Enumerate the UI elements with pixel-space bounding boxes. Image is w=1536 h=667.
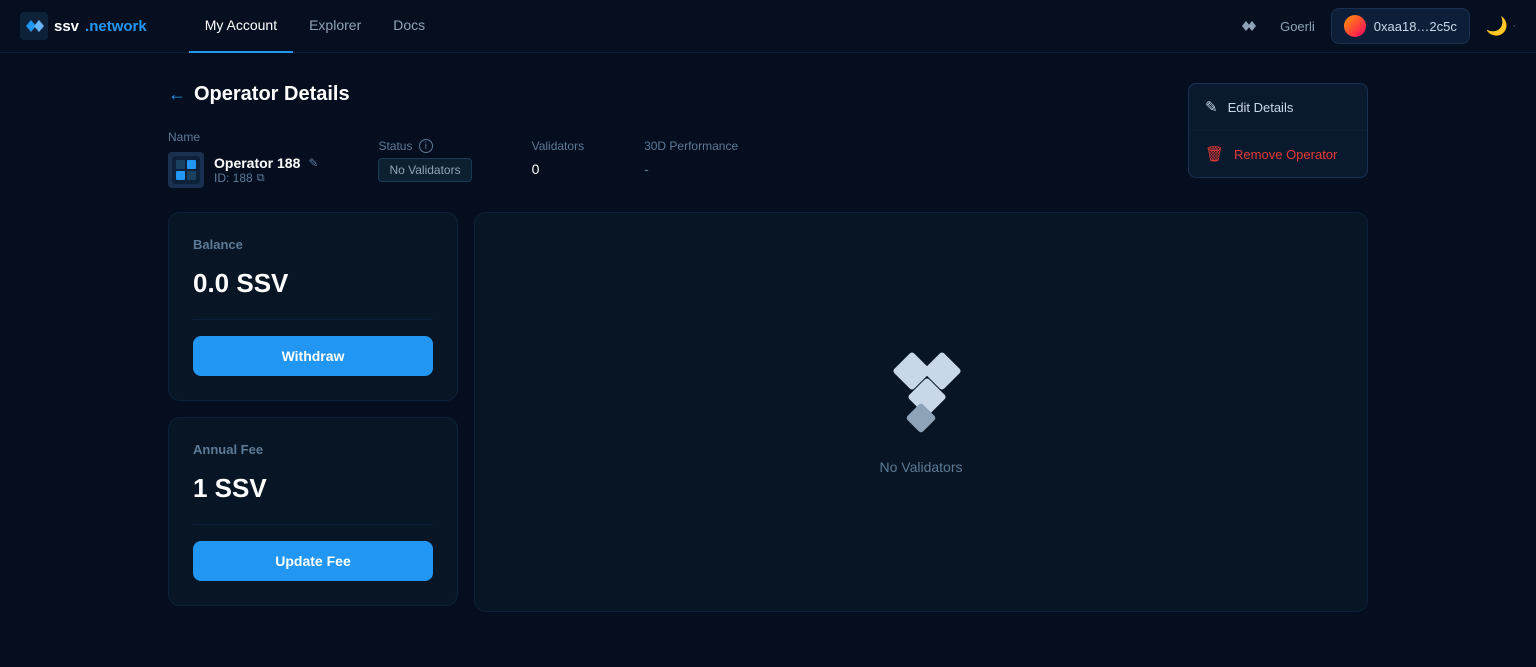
remove-operator-item[interactable]: 🗑 Remove Operator [1189, 131, 1367, 177]
navbar: ssv .network My Account Explorer Docs Goe… [0, 0, 1536, 53]
status-info-icon[interactable]: i [419, 139, 433, 153]
fee-divider [193, 524, 433, 525]
back-arrow-icon: ← [168, 84, 186, 105]
fee-value: 1 SSV [193, 473, 433, 504]
theme-icon: 🌙 [1486, 16, 1508, 37]
balance-value: 0.0 SSV [193, 268, 433, 299]
back-link[interactable]: ← Operator Details [168, 83, 738, 106]
name-col: Name [168, 130, 318, 188]
performance-label: 30D Performance [644, 139, 738, 153]
edit-details-item[interactable]: ✎ Edit Details [1189, 84, 1367, 131]
remove-operator-icon: 🗑 [1205, 145, 1224, 163]
fee-card: Annual Fee 1 SSV Update Fee [168, 417, 458, 606]
operator-name: Operator 188 [214, 155, 300, 171]
nav-links: My Account Explorer Docs [189, 0, 1202, 53]
copy-id-icon[interactable]: ⧉ [257, 172, 265, 185]
balance-card: Balance 0.0 SSV Withdraw [168, 212, 458, 401]
ssv-logo-decoration [876, 349, 966, 439]
update-fee-button[interactable]: Update Fee [193, 541, 433, 581]
cards-row: Balance 0.0 SSV Withdraw Annual Fee 1 SS… [168, 212, 1368, 612]
edit-name-icon[interactable]: ✎ [308, 156, 318, 170]
operator-header-left: ← Operator Details Name [168, 83, 738, 188]
edit-details-icon: ✎ [1205, 98, 1218, 116]
validators-col: Validators 0 [532, 139, 584, 179]
performance-col: 30D Performance - [644, 139, 738, 179]
status-col: Status i No Validators [378, 139, 471, 180]
performance-value: - [644, 161, 649, 177]
status-label: Status i [378, 139, 471, 154]
theme-toggle[interactable]: 🌙 · [1486, 16, 1516, 37]
validators-value: 0 [532, 161, 540, 177]
validators-label: Validators [532, 139, 584, 153]
status-badge: No Validators [378, 158, 471, 182]
logo[interactable]: ssv .network [20, 12, 147, 40]
nav-my-account[interactable]: My Account [189, 0, 293, 53]
balance-divider [193, 319, 433, 320]
left-cards: Balance 0.0 SSV Withdraw Annual Fee 1 SS… [168, 212, 458, 612]
no-validators-text: No Validators [879, 459, 962, 475]
remove-operator-label: Remove Operator [1234, 147, 1337, 162]
wallet-address: 0xaa18…2c5c [1374, 19, 1457, 34]
logo-name: ssv [54, 18, 79, 35]
network-selector[interactable]: Goerli [1280, 19, 1315, 34]
operator-avatar [168, 152, 204, 188]
nav-right: Goerli 0xaa18…2c5c 🌙 · [1234, 8, 1516, 44]
nav-docs[interactable]: Docs [377, 0, 441, 53]
operator-info-row: Name [168, 130, 738, 188]
balance-card-title: Balance [193, 237, 433, 252]
operator-name-block: Operator 188 ✎ ID: 188 ⧉ [168, 152, 318, 188]
page-title: Operator Details [194, 83, 350, 106]
wallet-button[interactable]: 0xaa18…2c5c [1331, 8, 1470, 44]
validators-panel: No Validators [474, 212, 1368, 612]
edit-details-label: Edit Details [1228, 100, 1294, 115]
wallet-avatar [1344, 15, 1366, 37]
dropdown-menu: ✎ Edit Details 🗑 Remove Operator [1188, 83, 1368, 178]
operator-header: ← Operator Details Name [168, 83, 1368, 188]
name-label: Name [168, 130, 318, 144]
fee-card-title: Annual Fee [193, 442, 433, 457]
nav-explorer[interactable]: Explorer [293, 0, 377, 53]
ssv-icon-btn[interactable] [1234, 11, 1264, 41]
operator-id-text: ID: 188 [214, 171, 253, 185]
withdraw-button[interactable]: Withdraw [193, 336, 433, 376]
logo-dot: .network [85, 18, 147, 35]
main-content: ← Operator Details Name [0, 53, 1536, 642]
